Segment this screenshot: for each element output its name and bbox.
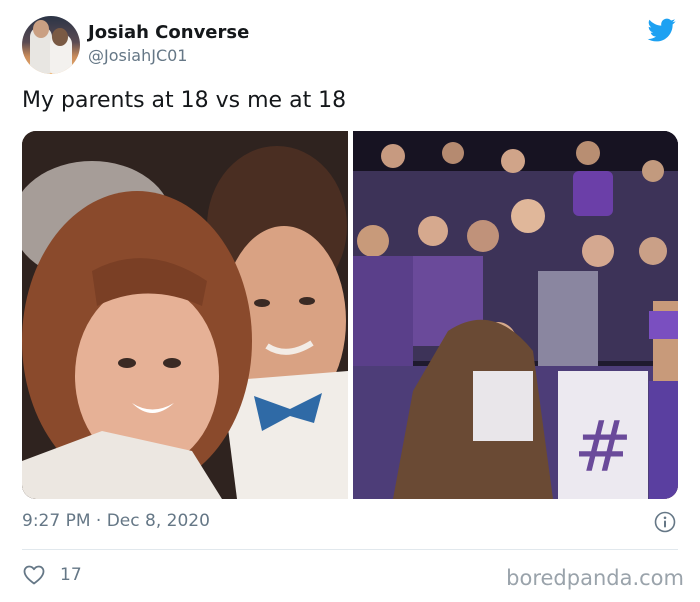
- avatar-person-2-head: [52, 28, 68, 46]
- hashtag-graphic: #: [574, 406, 633, 488]
- photo-parents[interactable]: [22, 131, 348, 499]
- info-icon[interactable]: [654, 511, 676, 533]
- tweet-media[interactable]: #: [22, 131, 678, 499]
- twitter-bird-icon[interactable]: [646, 16, 678, 44]
- like-count: 17: [60, 565, 82, 585]
- divider: [22, 549, 678, 550]
- avatar[interactable]: [22, 16, 80, 74]
- heart-icon[interactable]: [22, 563, 46, 587]
- avatar-person-1-head: [33, 20, 49, 38]
- photo-parents-art: [22, 131, 348, 499]
- tweet-card: Josiah Converse @JosiahJC01 My parents a…: [0, 0, 700, 602]
- tweet-text: My parents at 18 vs me at 18: [22, 88, 347, 113]
- author-name[interactable]: Josiah Converse: [88, 22, 249, 43]
- tweet-timestamp[interactable]: 9:27 PM · Dec 8, 2020: [22, 511, 210, 531]
- photo-me-art: #: [353, 131, 678, 499]
- author-handle[interactable]: @JosiahJC01: [88, 46, 187, 65]
- watermark: boredpanda.com: [506, 566, 684, 590]
- photo-me[interactable]: #: [353, 131, 678, 499]
